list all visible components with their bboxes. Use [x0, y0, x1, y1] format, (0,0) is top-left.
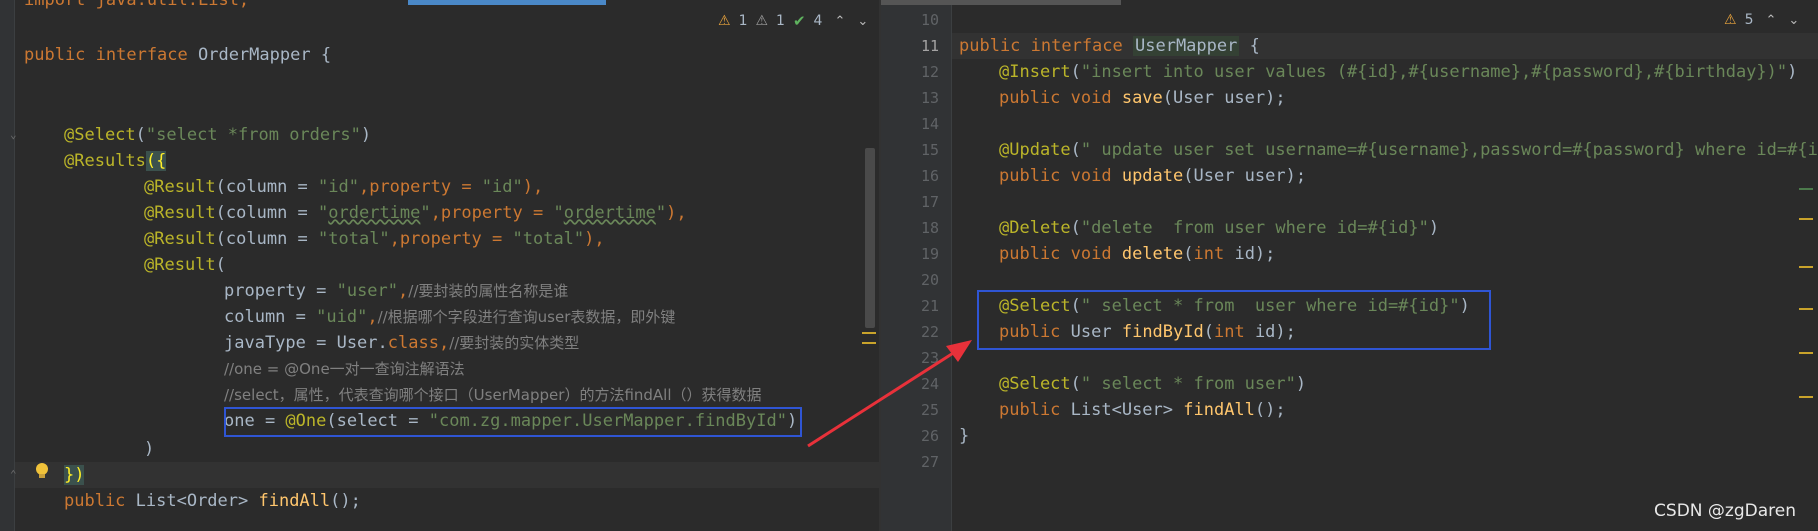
left-editor-pane[interactable]: import java.util.List; ⚠ 1 ⚠ 1 ✔ 4 ⌃ ⌄ publ…	[0, 0, 879, 531]
fold-end-icon[interactable]: ⌃	[10, 468, 17, 481]
fold-icon[interactable]: ⌄	[10, 128, 17, 141]
left-vertical-scrollbar[interactable]	[865, 148, 875, 328]
lightbulb-icon[interactable]	[34, 462, 50, 480]
chevron-down-icon[interactable]: ⌄	[857, 14, 868, 29]
code-line-result-open: @Result(	[144, 255, 226, 275]
weak-warning-icon: ⚠	[755, 13, 769, 29]
code-line-close-paren: )	[144, 439, 155, 459]
chevron-down-icon[interactable]: ⌄	[1788, 13, 1799, 28]
code-line-findall: public List<Order> findAll();	[64, 491, 361, 511]
code-line-interface: public interface OrderMapper {	[24, 45, 332, 65]
code-line-delete-method: public void delete(int id);	[999, 244, 1276, 264]
code-line-result-ordertime: @Result(column = "ordertime",property = …	[144, 203, 687, 223]
chevron-up-icon[interactable]: ⌃	[834, 14, 845, 29]
code-line-close-brace: })	[64, 465, 85, 485]
right-editor-pane[interactable]: 10 11 12 13 14 15 16 17 18 19 20 21 22 2…	[881, 0, 1818, 531]
code-line-property: property = "user",//要封装的属性名称是谁	[224, 281, 569, 301]
code-line-update: @Update(" update user set username=#{use…	[999, 140, 1818, 160]
left-gutter	[0, 0, 14, 531]
warning-icon: ⚠	[718, 13, 731, 29]
left-inspection-widget[interactable]: ⚠ 1 ⚠ 1 ✔ 4 ⌃ ⌄	[718, 12, 868, 30]
code-line-result-total: @Result(column = "total",property = "tot…	[144, 229, 605, 249]
code-line-result-id: @Result(column = "id",property = "id"),	[144, 177, 544, 197]
ide-window: import java.util.List; ⚠ 1 ⚠ 1 ✔ 4 ⌃ ⌄ publ…	[0, 0, 1818, 531]
check-icon: ✔	[792, 12, 806, 30]
code-line-select-all: @Select(" select * from user")	[999, 374, 1307, 394]
watermark: CSDN @zgDaren	[1654, 501, 1796, 521]
right-inspection-widget[interactable]: ⚠ 5 ⌃ ⌄	[1724, 12, 1799, 28]
horizontal-scroll-thumb[interactable]	[408, 0, 606, 5]
code-line-end: }	[959, 426, 970, 446]
warning-icon: ⚠	[1724, 12, 1737, 28]
code-line-column: column = "uid",//根据哪个字段进行查询user表数据，即外键	[224, 307, 676, 327]
code-line-delete: @Delete("delete from user where id=#{id}…	[999, 218, 1440, 238]
code-line-insert: @Insert("insert into user values (#{id},…	[999, 62, 1798, 82]
code-line-comment-select: //select，属性，代表查询哪个接口（UserMapper）的方法findA…	[224, 386, 762, 404]
code-line-results: @Results({	[64, 151, 167, 171]
code-line-javatype: javaType = User.class,//要封装的实体类型	[224, 333, 580, 353]
code-line-save: public void save(User user);	[999, 88, 1286, 108]
code-line-findall: public List<User> findAll();	[999, 400, 1286, 420]
code-line-comment-one: //one = @One一对一查询注解语法	[224, 360, 465, 378]
code-line-update-method: public void update(User user);	[999, 166, 1307, 186]
code-line-import: import java.util.List;	[24, 0, 250, 10]
code-line-select: @Select("select *from orders")	[64, 125, 372, 145]
code-line-interface: public interface UserMapper {	[959, 36, 1260, 56]
highlight-box-findbyid	[977, 290, 1491, 350]
chevron-up-icon[interactable]: ⌃	[1765, 13, 1776, 28]
highlight-box-one	[224, 407, 802, 437]
